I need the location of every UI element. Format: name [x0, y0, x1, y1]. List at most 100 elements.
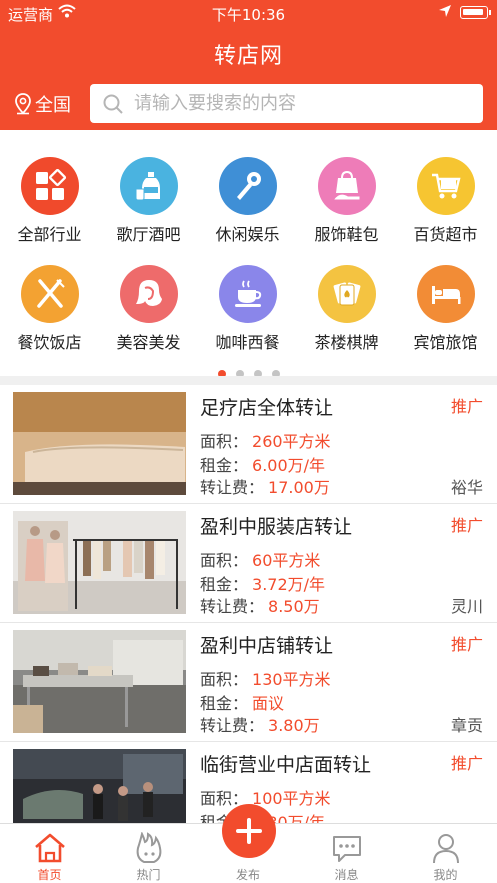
fee-value: 17.00万 [268, 478, 330, 497]
tab-hot[interactable]: 热门 [99, 830, 198, 883]
kitchen-shop-photo [13, 630, 186, 733]
city-selector[interactable]: 全国 [14, 91, 71, 117]
fee-row: 转让费： 8.50万 [200, 593, 320, 617]
listing-title: 足疗店全体转让 [200, 397, 334, 419]
app-header: 运营商 下午10:36 转店网 全国 [0, 0, 497, 130]
category-label: 茶楼棋牌 [314, 333, 379, 352]
rent-label: 租金： [200, 694, 249, 713]
search-input[interactable] [134, 93, 454, 114]
rent-label: 租金： [200, 456, 249, 475]
location-pin-icon [15, 93, 31, 115]
home-icon [0, 830, 99, 866]
tab-label: 热门 [136, 868, 161, 882]
category-restaurant[interactable]: 餐饮饭店 [0, 265, 99, 353]
category-ktv-bar[interactable]: 歌厅酒吧 [99, 157, 198, 245]
grid-icon [20, 157, 79, 215]
fee-value: 8.50万 [268, 597, 320, 616]
fee-row: 转让费： 17.00万 [200, 474, 330, 498]
playing-cards-icon [317, 265, 376, 323]
area-label: 面积： [200, 432, 249, 451]
rent-row: 租金： 3.72万/年 [200, 571, 325, 595]
category-teahouse-cards[interactable]: 茶楼棋牌 [297, 265, 396, 353]
category-entertainment[interactable]: 休闲娱乐 [198, 157, 297, 245]
tab-messages[interactable]: 消息 [297, 830, 396, 883]
category-apparel[interactable]: 服饰鞋包 [297, 157, 396, 245]
promo-badge: 推广 [450, 397, 483, 416]
district-label: 章贡 [450, 716, 483, 735]
district-label: 灵川 [450, 597, 483, 616]
fee-row: 转让费： 3.80万 [200, 712, 320, 736]
tab-label: 消息 [334, 868, 359, 882]
flame-icon [99, 830, 198, 866]
tab-label: 首页 [37, 868, 62, 882]
category-label: 咖啡西餐 [215, 333, 280, 352]
search-icon [103, 94, 123, 114]
fee-label: 转让费： [200, 478, 265, 497]
handbag-shoe-icon [317, 157, 376, 215]
rent-row: 租金： 面议 [200, 690, 284, 714]
microphone-icon [218, 157, 277, 215]
category-label: 餐饮饭店 [17, 333, 82, 352]
status-bar: 运营商 下午10:36 [0, 0, 497, 26]
listing-title: 临街营业中店面转让 [200, 754, 372, 776]
area-value: 260平方米 [252, 432, 331, 451]
listing-title: 盈利中服装店转让 [200, 516, 353, 538]
bottle-glass-icon [119, 157, 178, 215]
area-row: 面积： 130平方米 [200, 666, 331, 690]
tab-home[interactable]: 首页 [0, 830, 99, 883]
woman-hair-icon [119, 265, 178, 323]
listing-title: 盈利中店铺转让 [200, 635, 334, 657]
area-row: 面积： 60平方米 [200, 547, 320, 571]
tab-label: 我的 [433, 868, 458, 882]
category-label: 服饰鞋包 [314, 225, 379, 244]
district-label: 裕华 [450, 478, 483, 497]
category-label: 歌厅酒吧 [116, 225, 181, 244]
promo-badge: 推广 [450, 754, 483, 773]
category-label: 宾馆旅馆 [413, 333, 478, 352]
city-label: 全国 [35, 95, 71, 116]
listing-card[interactable]: 盈利中服装店转让 推广 面积： 60平方米 租金： 3.72万/年 转让费： 8.50… [0, 504, 497, 623]
tab-mine[interactable]: 我的 [396, 830, 495, 883]
rent-row: 租金： 6.00万/年 [200, 452, 325, 476]
page-title: 转店网 [213, 44, 283, 69]
category-label: 百货超市 [413, 225, 478, 244]
section-divider [0, 376, 497, 385]
category-cafe[interactable]: 咖啡西餐 [198, 265, 297, 353]
location-arrow-icon [438, 4, 452, 22]
area-value: 130平方米 [252, 670, 331, 689]
battery-icon [460, 6, 491, 19]
category-label: 休闲娱乐 [215, 225, 280, 244]
fee-value: 3.80万 [268, 716, 320, 735]
category-label: 全部行业 [17, 225, 82, 244]
category-grid: 全部行业 歌厅酒吧 休闲娱乐 服饰鞋包 百货超市 餐饮饭店 美容美发 咖啡西餐 … [0, 130, 497, 378]
clock: 下午10:36 [211, 6, 286, 24]
promo-badge: 推广 [450, 516, 483, 535]
plus-icon [236, 818, 262, 844]
fee-label: 转让费： [200, 716, 265, 735]
fee-label: 转让费： [200, 597, 265, 616]
publish-button[interactable] [222, 804, 276, 858]
listing-card[interactable]: 足疗店全体转让 推广 面积： 260平方米 租金： 6.00万/年 转让费： 17.0… [0, 385, 497, 504]
publish-label: 发布 [235, 868, 260, 882]
area-row: 面积： 100平方米 [200, 785, 331, 809]
category-hotel[interactable]: 宾馆旅馆 [396, 265, 495, 353]
street-night-photo [13, 749, 186, 823]
area-value: 100平方米 [252, 789, 331, 808]
category-all[interactable]: 全部行业 [0, 157, 99, 245]
clothing-store-photo [13, 511, 186, 614]
bed-icon [416, 265, 475, 323]
category-beauty[interactable]: 美容美发 [99, 265, 198, 353]
listing-card[interactable]: 盈利中店铺转让 推广 面积： 130平方米 租金： 面议 转让费： 3.80万 章贡 [0, 623, 497, 742]
area-label: 面积： [200, 551, 249, 570]
category-supermarket[interactable]: 百货超市 [396, 157, 495, 245]
rent-value: 面议 [252, 694, 285, 713]
chat-bubble-icon [297, 830, 396, 866]
shopping-cart-icon [416, 157, 475, 215]
rent-value: 6.00万/年 [252, 456, 326, 475]
massage-room-photo [13, 392, 186, 495]
fork-knife-icon [20, 265, 79, 323]
area-value: 60平方米 [252, 551, 321, 570]
user-icon [396, 830, 495, 866]
search-bar[interactable] [90, 84, 483, 123]
promo-badge: 推广 [450, 635, 483, 654]
